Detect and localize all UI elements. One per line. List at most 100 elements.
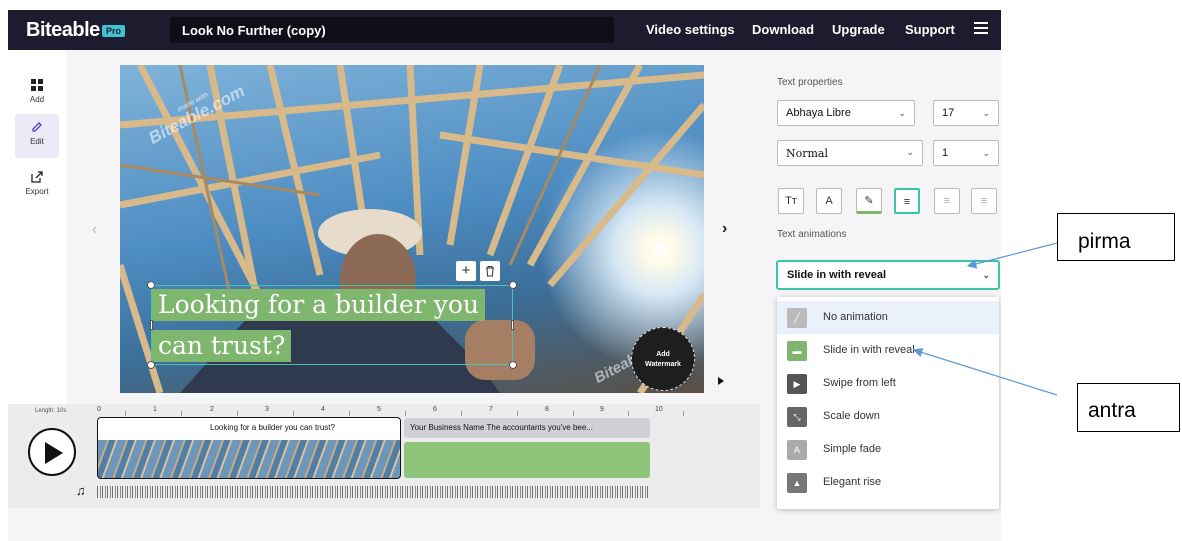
text-animation-select[interactable]: Slide in with reveal ⌄: [776, 260, 1000, 290]
grid-icon: [31, 79, 43, 91]
trash-icon[interactable]: [480, 261, 500, 281]
animation-option-swipe-from-left[interactable]: ▶ Swipe from left: [777, 367, 999, 400]
tick-label: 0: [97, 406, 101, 413]
timeline: Length: 10s 0 1 2 3 4 5 6 7 8 9 10 Looki…: [8, 404, 768, 508]
timeline-clip-1[interactable]: Looking for a builder you can trust?: [97, 417, 401, 479]
tick-label: 8: [545, 406, 549, 413]
chevron-down-icon: ⌄: [982, 108, 990, 118]
tick-label: 5: [377, 406, 381, 413]
animation-option-simple-fade[interactable]: A Simple fade: [777, 433, 999, 466]
clip-2-label: Your Business Name The accountants you'v…: [410, 423, 593, 432]
top-bar: Biteable Pro Video settings Download Upg…: [8, 10, 1001, 50]
chevron-down-icon: ⌄: [906, 148, 914, 158]
font-size-select[interactable]: 17 ⌄: [933, 100, 999, 126]
animation-option-scale-down[interactable]: ⤡ Scale down: [777, 400, 999, 433]
font-weight-value: Normal: [786, 147, 829, 160]
pencil-icon: [32, 122, 42, 132]
font-size-value: 17: [942, 107, 955, 119]
annotation-label-bottom: antra: [1077, 383, 1180, 432]
tick-label: 9: [600, 406, 604, 413]
slash-icon: ╱: [787, 308, 807, 328]
next-scene-arrow-icon[interactable]: ›: [722, 220, 727, 238]
add-watermark-label-2: Watermark: [645, 361, 681, 368]
tick-label: 7: [489, 406, 493, 413]
chevron-down-icon: ⌄: [982, 148, 990, 158]
resize-handle-top-right[interactable]: [509, 281, 517, 289]
animation-select-value: Slide in with reveal: [787, 269, 887, 281]
text-color-button[interactable]: A: [816, 188, 842, 214]
sidebar-item-edit[interactable]: Edit: [15, 114, 59, 158]
caption-line-2[interactable]: can trust?: [152, 330, 292, 362]
upgrade-link[interactable]: Upgrade: [832, 22, 885, 37]
timeline-clip-2-header[interactable]: Your Business Name The accountants you'v…: [404, 418, 650, 438]
sidebar-item-add[interactable]: Add: [15, 72, 59, 116]
tick-label: 3: [265, 406, 269, 413]
length-label: Length: 10s: [35, 408, 67, 414]
play-icon: [45, 442, 63, 464]
app-logo[interactable]: Biteable: [26, 19, 100, 42]
align-center-button[interactable]: ≡: [934, 188, 960, 214]
line-height-select[interactable]: 1 ⌄: [933, 140, 999, 166]
tick-label: 6: [433, 406, 437, 413]
selected-text-box[interactable]: Looking for a builder you can trust?: [147, 281, 517, 369]
tick-label: 4: [321, 406, 325, 413]
resize-handle-bottom-right[interactable]: [509, 361, 517, 369]
chevron-down-icon: ⌄: [982, 270, 990, 280]
font-family-select[interactable]: Abhaya Libre ⌄: [777, 100, 915, 126]
animation-option-slide-in-with-reveal[interactable]: ▬ Slide in with reveal: [777, 334, 999, 367]
animation-option-no-animation[interactable]: ╱ No animation: [777, 301, 999, 334]
left-sidebar: Add Edit Export: [8, 50, 66, 410]
resize-handle-top-left[interactable]: [147, 281, 155, 289]
align-right-button[interactable]: ≡: [971, 188, 997, 214]
align-left-button[interactable]: ≡: [894, 188, 920, 214]
caption-line-1[interactable]: Looking for a builder you: [152, 289, 486, 321]
video-canvas[interactable]: Biteable.com made with Biteable.com + Lo…: [120, 65, 704, 393]
resize-handle-bottom-left[interactable]: [147, 361, 155, 369]
sidebar-item-label: Add: [29, 95, 45, 104]
swipe-icon: ▶: [787, 374, 807, 394]
pro-badge: Pro: [102, 25, 126, 37]
video-settings-link[interactable]: Video settings: [646, 22, 735, 37]
menu-icon[interactable]: [974, 22, 988, 34]
fade-icon: A: [787, 440, 807, 460]
timeline-clip-2[interactable]: [404, 442, 650, 478]
animation-option-elegant-rise[interactable]: ▲ Elegant rise: [777, 466, 999, 499]
previous-scene-arrow-icon[interactable]: ‹: [92, 221, 97, 239]
chevron-down-icon: ⌄: [898, 108, 906, 118]
add-watermark-label-1: Add: [656, 351, 670, 358]
clip-1-label: Looking for a builder you can trust?: [210, 423, 335, 432]
preview-play-icon[interactable]: [718, 377, 724, 385]
biteable-editor: Biteable Pro Video settings Download Upg…: [8, 10, 1001, 541]
properties-panel: Text properties Abhaya Libre ⌄ 17 ⌄ Norm…: [760, 54, 1001, 514]
add-watermark-button[interactable]: Add Watermark: [631, 327, 695, 391]
clip-header: Looking for a builder you can trust?: [98, 418, 400, 440]
animation-dropdown: ╱ No animation ▬ Slide in with reveal ▶ …: [777, 297, 999, 509]
sidebar-item-export[interactable]: Export: [15, 164, 59, 208]
project-title-input[interactable]: [170, 17, 614, 43]
rise-icon: ▲: [787, 473, 807, 493]
export-icon: [31, 171, 43, 183]
text-box-tools: +: [456, 261, 500, 281]
sidebar-item-label: Edit: [30, 137, 44, 146]
resize-handle-right[interactable]: [511, 320, 514, 330]
timeline-ruler: 0 1 2 3 4 5 6 7 8 9 10: [97, 405, 717, 417]
text-case-button[interactable]: Tт: [778, 188, 804, 214]
tick-label: 2: [210, 406, 214, 413]
font-family-value: Abhaya Libre: [786, 107, 851, 119]
audio-waveform[interactable]: [97, 486, 650, 498]
line-height-value: 1: [942, 147, 949, 159]
add-icon[interactable]: +: [456, 261, 476, 281]
text-properties-heading: Text properties: [777, 77, 843, 88]
font-weight-select[interactable]: Normal ⌄: [777, 140, 923, 166]
text-animations-heading: Text animations: [777, 229, 847, 240]
annotation-label-top: pirma: [1057, 213, 1175, 261]
support-link[interactable]: Support: [905, 22, 955, 37]
scale-down-icon: ⤡: [787, 407, 807, 427]
download-link[interactable]: Download: [752, 22, 814, 37]
slide-reveal-icon: ▬: [787, 341, 807, 361]
sidebar-item-label: Export: [25, 187, 49, 196]
highlight-color-button[interactable]: ✎: [856, 188, 882, 214]
tick-label: 1: [153, 406, 157, 413]
resize-handle-left[interactable]: [150, 320, 153, 330]
music-note-icon[interactable]: ♫: [76, 483, 86, 498]
